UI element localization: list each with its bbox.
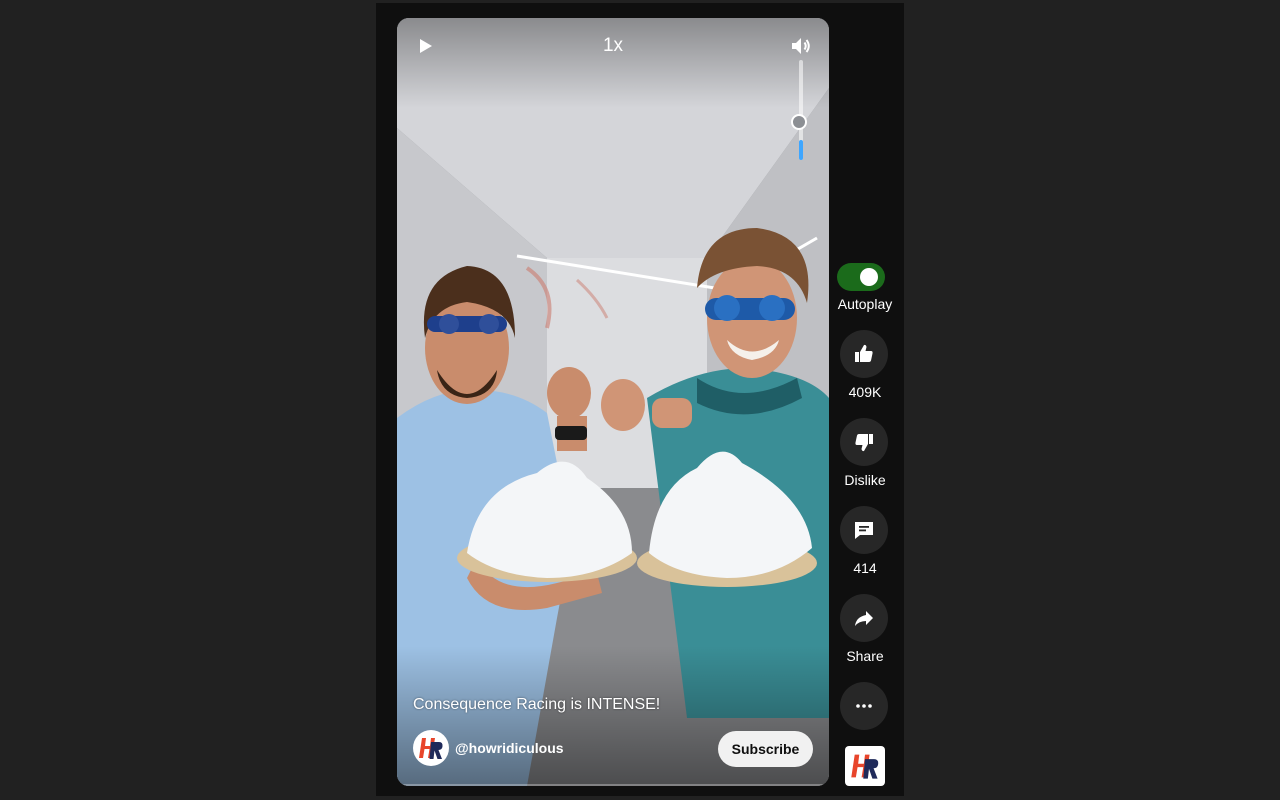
share-icon (855, 611, 873, 626)
dislike-button[interactable] (840, 418, 888, 466)
thumbs-up-icon (855, 344, 873, 362)
share-label: Share (846, 648, 884, 664)
subscribe-button[interactable]: Subscribe (718, 731, 813, 767)
progress-bar[interactable] (397, 784, 829, 786)
more-icon (856, 704, 872, 708)
more-actions-button[interactable] (840, 682, 888, 730)
channel-thumbnail[interactable] (845, 746, 885, 786)
like-count: 409K (848, 384, 882, 400)
top-gradient (397, 18, 829, 108)
channel-avatar[interactable] (413, 730, 449, 766)
comments-button[interactable] (840, 506, 888, 554)
channel-handle[interactable]: @howridiculous (455, 740, 564, 756)
comment-icon (855, 522, 873, 539)
video-title[interactable]: Consequence Racing is INTENSE! (413, 696, 660, 714)
volume-slider-handle[interactable] (791, 114, 807, 130)
volume-icon (792, 38, 810, 54)
share-button[interactable] (840, 594, 888, 642)
play-button[interactable] (413, 34, 437, 58)
play-icon (420, 39, 432, 53)
channel-logo (851, 754, 879, 779)
volume-slider-fill (799, 140, 803, 160)
channel-logo (419, 738, 443, 759)
thumbs-down-icon (855, 434, 873, 452)
autoplay-toggle-knob (860, 268, 878, 286)
channel-info: @howridiculous (413, 730, 564, 766)
dislike-label: Dislike (844, 472, 886, 488)
autoplay-label: Autoplay (837, 296, 893, 312)
volume-button[interactable] (789, 34, 813, 58)
video-player[interactable]: 1x Consequence Racing is INTENSE! @howri… (397, 18, 829, 786)
playback-speed-button[interactable]: 1x (595, 34, 631, 58)
autoplay-toggle[interactable] (837, 263, 885, 291)
like-button[interactable] (840, 330, 888, 378)
comment-count: 414 (853, 560, 877, 576)
volume-slider[interactable] (791, 60, 807, 160)
